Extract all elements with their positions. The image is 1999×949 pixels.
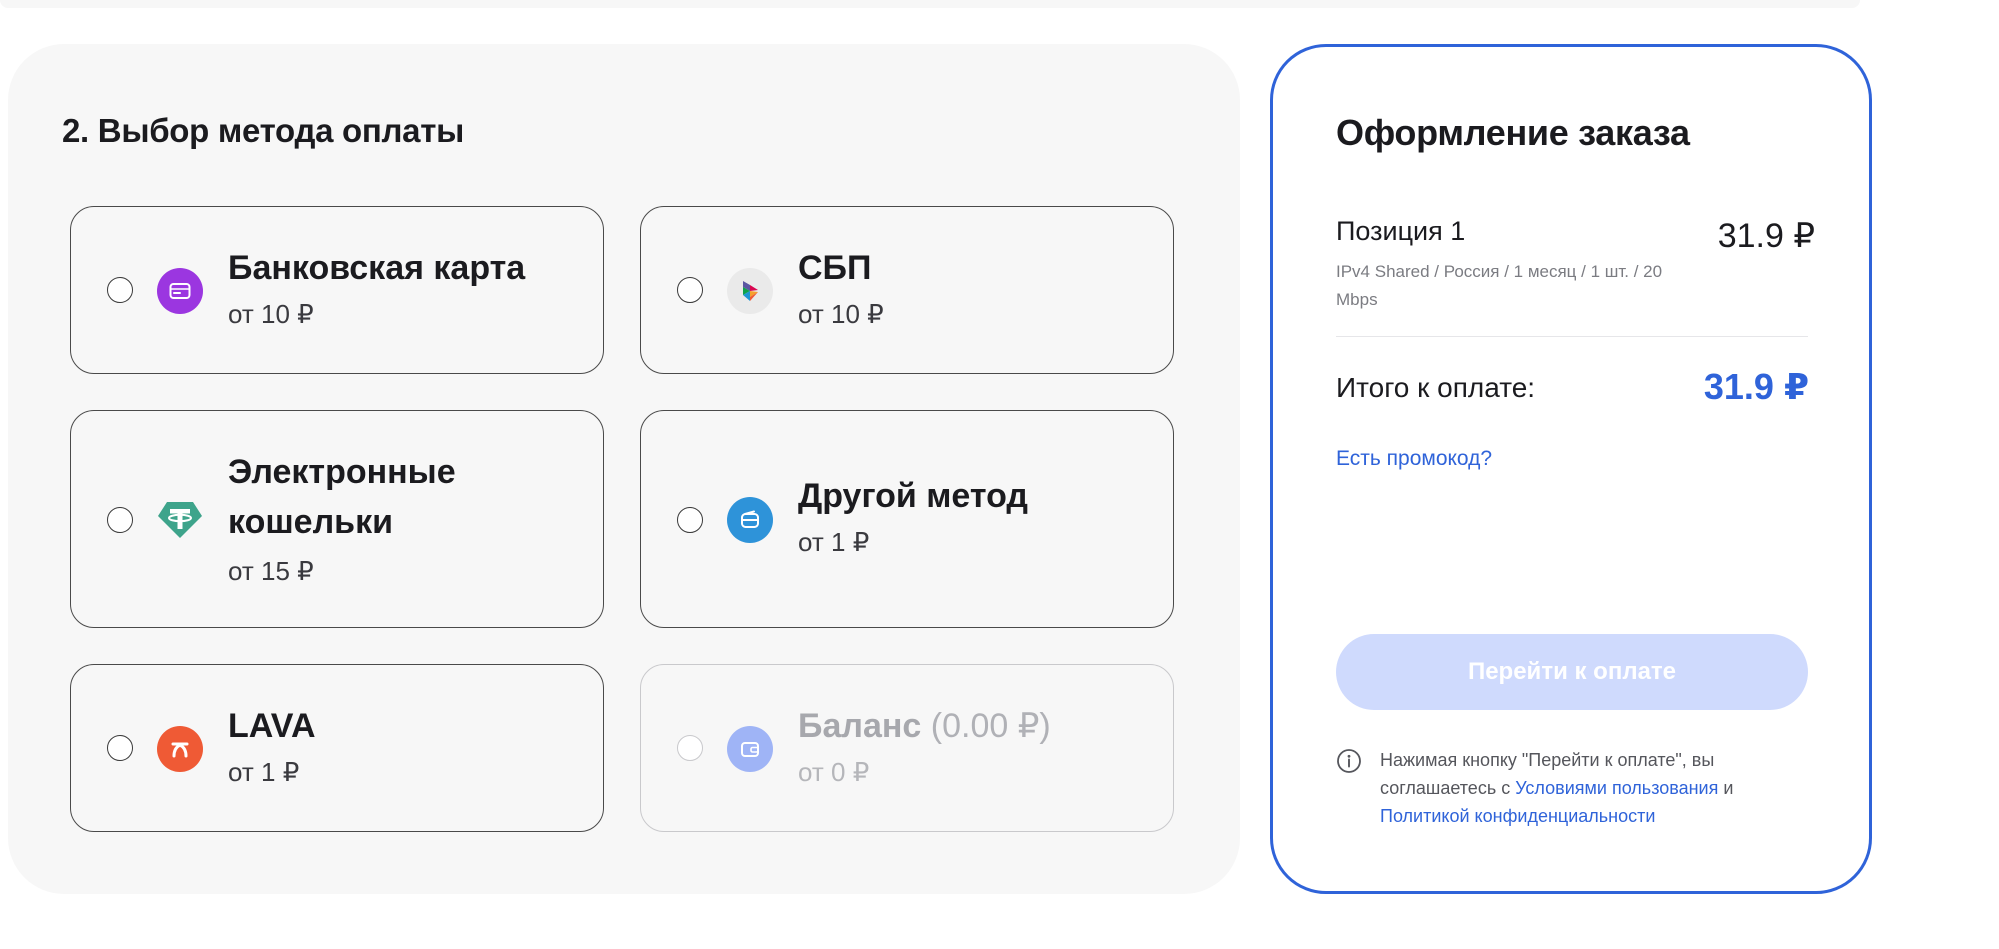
- balance-wallet-icon: [727, 726, 773, 772]
- method-name: LAVA: [228, 707, 316, 745]
- go-to-payment-button[interactable]: Перейти к оплате: [1336, 634, 1808, 710]
- privacy-policy-link[interactable]: Политикой конфиденциальности: [1380, 806, 1655, 826]
- method-price: от 15 ₽: [228, 556, 314, 586]
- radio-other[interactable]: [677, 507, 703, 533]
- order-title: Оформление заказа: [1336, 112, 1690, 153]
- method-name: Баланс (0.00 ₽): [798, 701, 1051, 751]
- radio-lava[interactable]: [107, 735, 133, 761]
- wallet-icon: [727, 497, 773, 543]
- balance-amount: (0.00 ₽): [930, 707, 1051, 745]
- method-e-wallets[interactable]: Электронные кошельки от 15 ₽: [70, 410, 604, 628]
- divider: [1336, 336, 1808, 337]
- method-price: от 1 ₽: [798, 527, 870, 557]
- method-other[interactable]: Другой метод от 1 ₽: [640, 410, 1174, 628]
- radio-sbp[interactable]: [677, 277, 703, 303]
- method-name: Другой метод: [798, 477, 1028, 515]
- radio-bank-card[interactable]: [107, 277, 133, 303]
- total-value: 31.9 ₽: [1703, 366, 1809, 407]
- terms-middle: и: [1718, 778, 1734, 798]
- radio-balance: [677, 735, 703, 761]
- terms-notice: Нажимая кнопку "Перейти к оплате", вы со…: [1336, 746, 1806, 830]
- method-price: от 10 ₽: [228, 299, 314, 329]
- section-title: 2. Выбор метода оплаты: [62, 112, 464, 149]
- method-name-line1: Электронные: [228, 453, 456, 491]
- method-name: СБП: [798, 249, 872, 287]
- method-price: от 0 ₽: [798, 757, 870, 787]
- method-price: от 1 ₽: [228, 757, 300, 787]
- total-label: Итого к оплате:: [1336, 372, 1536, 403]
- terms-text: Нажимая кнопку "Перейти к оплате", вы со…: [1336, 746, 1806, 830]
- promo-code-link[interactable]: Есть промокод?: [1336, 447, 1492, 471]
- position-name: Позиция 1: [1336, 216, 1466, 246]
- bank-card-icon: [157, 268, 203, 314]
- position-description: IPv4 Shared / Россия / 1 месяц / 1 шт. /…: [1336, 262, 1663, 309]
- top-section-edge: [0, 0, 1860, 8]
- method-balance: Баланс (0.00 ₽) от 0 ₽: [640, 664, 1174, 832]
- method-sbp[interactable]: СБП от 10 ₽: [640, 206, 1174, 374]
- balance-label: Баланс: [798, 707, 922, 745]
- terms-of-use-link[interactable]: Условиями пользования: [1515, 778, 1718, 798]
- radio-e-wallets[interactable]: [107, 507, 133, 533]
- tether-icon: [157, 497, 203, 543]
- method-price: от 10 ₽: [798, 299, 884, 329]
- sbp-icon: [727, 268, 773, 314]
- method-lava[interactable]: LAVA от 1 ₽: [70, 664, 604, 832]
- info-icon: [1337, 749, 1361, 773]
- position-price: 31.9 ₽: [1717, 217, 1815, 255]
- method-bank-card[interactable]: Банковская карта от 10 ₽: [70, 206, 604, 374]
- method-name: Банковская карта: [228, 249, 526, 287]
- lava-icon: [157, 726, 203, 772]
- method-name-line2: кошельки: [228, 503, 394, 541]
